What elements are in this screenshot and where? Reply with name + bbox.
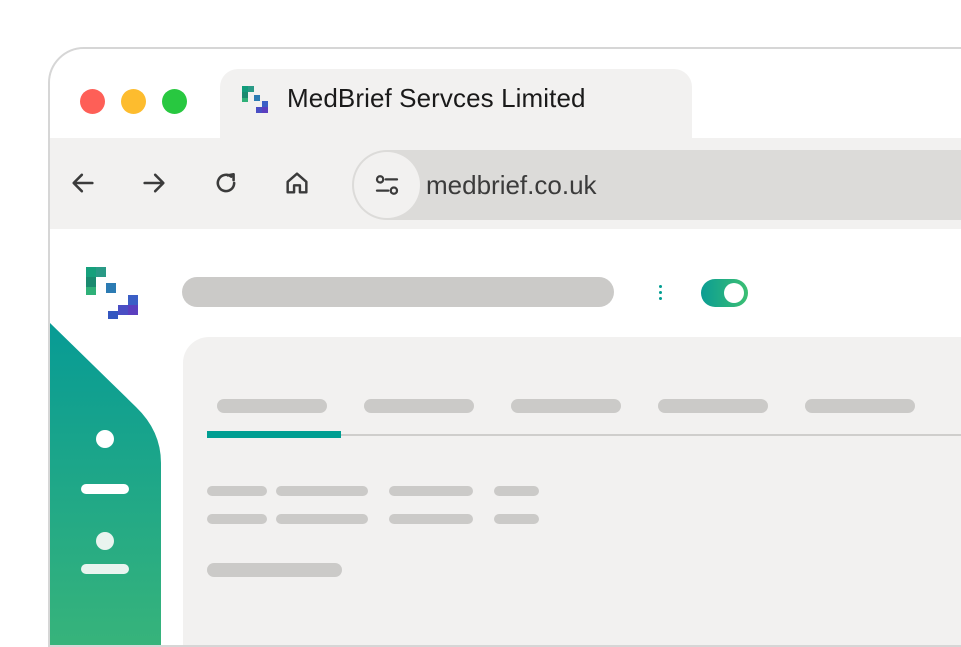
tab-1[interactable] <box>217 399 327 413</box>
home-button[interactable] <box>280 166 314 200</box>
text-placeholder <box>276 514 368 524</box>
active-tab-indicator <box>207 431 341 438</box>
tab-2[interactable] <box>364 399 474 413</box>
medbrief-logo-icon <box>242 86 268 113</box>
browser-tab[interactable]: MedBrief Servces Limited <box>220 69 692 139</box>
reload-button[interactable] <box>209 166 243 200</box>
search-input[interactable] <box>182 277 614 307</box>
text-placeholder <box>276 486 368 496</box>
sidebar <box>50 323 161 645</box>
maximize-window-button[interactable] <box>162 89 187 114</box>
web-page <box>50 229 961 645</box>
browser-window: MedBrief Servces Limited medbrief.co.uk <box>48 47 961 647</box>
tab-5[interactable] <box>805 399 915 413</box>
dot-icon[interactable] <box>96 430 114 448</box>
navigation-bar: medbrief.co.uk <box>50 138 961 229</box>
text-placeholder <box>207 486 267 496</box>
site-info-button[interactable] <box>354 152 420 218</box>
title-bar: MedBrief Servces Limited <box>50 49 961 139</box>
text-placeholder <box>207 514 267 524</box>
toggle-knob <box>724 283 744 303</box>
close-window-button[interactable] <box>80 89 105 114</box>
url-text[interactable]: medbrief.co.uk <box>426 170 597 201</box>
dash-icon[interactable] <box>81 484 129 494</box>
arrow-left-icon <box>72 173 94 193</box>
tab-3[interactable] <box>511 399 621 413</box>
text-placeholder <box>494 486 539 496</box>
text-placeholder <box>389 514 473 524</box>
text-placeholder <box>207 563 342 577</box>
medbrief-logo-icon <box>86 267 138 319</box>
tab-4[interactable] <box>658 399 768 413</box>
text-placeholder <box>389 486 473 496</box>
more-options-button[interactable] <box>655 283 667 303</box>
minimize-window-button[interactable] <box>121 89 146 114</box>
home-icon <box>286 172 308 194</box>
back-button[interactable] <box>66 166 100 200</box>
arrow-right-icon <box>143 173 165 193</box>
address-bar[interactable]: medbrief.co.uk <box>352 150 961 220</box>
tune-icon <box>375 175 399 195</box>
reload-icon <box>216 172 236 193</box>
feature-toggle[interactable] <box>701 279 748 307</box>
tab-title: MedBrief Servces Limited <box>287 83 586 113</box>
forward-button[interactable] <box>137 166 171 200</box>
text-placeholder <box>494 514 539 524</box>
